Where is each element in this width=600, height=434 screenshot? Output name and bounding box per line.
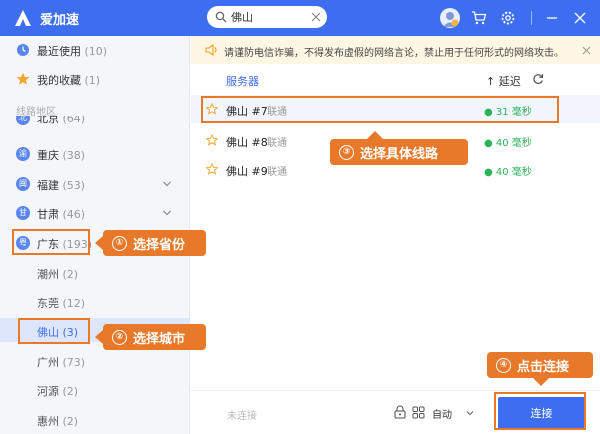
favorite-star-icon[interactable] [206,134,218,146]
highlight-connect-button [494,392,586,430]
sidebar-item-label: 最近使用 [37,45,81,58]
city-count: (73) [62,356,86,369]
sidebar-item-count: (64) [62,116,86,125]
column-header-server[interactable]: 服务器 [226,73,259,89]
province-badge-icon: 甘 [16,206,30,220]
notice-close-icon[interactable] [582,46,591,55]
city-item-huizhou[interactable]: 惠州 (2) [37,413,78,429]
chevron-down-icon [163,181,171,187]
callout-arrow [533,378,549,386]
sidebar-item-fujian[interactable]: 闽 福建 (53) [0,171,190,197]
callout-arrow [367,131,383,139]
sidebar-item-count: (1) [84,74,101,87]
province-badge-icon: 渝 [16,147,30,161]
sidebar-item-beijing[interactable]: 北 北京 (64) [0,116,190,130]
city-label: 惠州 [37,415,59,428]
server-isp: 联通 [267,167,287,178]
clock-icon [17,44,29,56]
city-label: 广州 [37,356,59,369]
sidebar-item-label: 北京 [37,116,59,125]
minimize-icon[interactable] [544,10,560,26]
highlight-city [18,318,90,344]
sidebar-item-count: (46) [62,208,86,221]
refresh-icon[interactable] [532,73,544,85]
city-item-dongguan[interactable]: 东莞 (12) [37,295,85,311]
user-avatar-icon [443,12,459,27]
title-separator [531,11,532,25]
sidebar-item-chongqing[interactable]: 渝 重庆 (38) [0,141,190,167]
callout-number: ① [112,235,127,251]
mode-select-value[interactable]: 自动 [432,406,452,421]
callout-step3: ③ 选择具体线路 [330,139,468,165]
settings-gear-icon[interactable] [500,10,516,26]
city-label: 潮州 [37,268,59,281]
sidebar-item-recent[interactable]: 最近使用 (10) [0,37,190,63]
city-count: (12) [62,297,86,310]
lock-icon[interactable] [394,405,406,419]
callout-number: ④ [496,357,511,373]
callout-text: 选择省份 [133,237,186,253]
server-name: 佛山 #8 [226,136,268,149]
callout-text: 选择具体线路 [360,146,439,162]
star-icon [16,72,30,85]
connection-status: 未连接 [227,411,257,422]
callout-number: ② [112,329,127,345]
callout-step4: ④ 点击连接 [487,352,593,378]
close-icon[interactable] [572,10,588,26]
city-item-guangzhou[interactable]: 广州 (73) [37,354,85,370]
app-logo-icon [15,10,31,26]
speaker-icon [205,44,217,56]
callout-arrow [95,330,103,344]
server-name: 佛山 #9 [226,165,268,178]
user-avatar[interactable] [440,8,460,28]
shop-cart-icon[interactable] [471,10,487,26]
server-isp: 联通 [267,138,287,149]
city-label: 东莞 [37,297,59,310]
province-badge-icon: 闽 [16,177,30,191]
mode-grid-icon[interactable] [412,406,425,419]
notice-text: 请谨防电信诈骗，不得发布虚假的网络言论，禁止用于任何形式的网络攻击。 [224,48,564,59]
callout-step1: ① 选择省份 [103,230,206,256]
sidebar-item-label: 甘肃 [37,208,59,221]
search-input[interactable] [231,9,307,25]
city-count: (2) [62,415,79,428]
sidebar-item-count: (10) [84,45,108,58]
chevron-down-icon [163,210,171,216]
city-label: 河源 [37,385,59,398]
callout-step2: ② 选择城市 [103,324,206,350]
sidebar-item-label: 重庆 [37,149,59,162]
chevron-down-icon[interactable] [466,409,474,417]
sidebar-item-count: (53) [62,179,86,192]
highlight-server-row [201,96,559,123]
city-item-heyuan[interactable]: 河源 (2) [37,383,78,399]
sidebar-item-favorites[interactable]: 我的收藏 (1) [0,66,190,92]
city-count: (2) [62,385,79,398]
city-item-chaozhou[interactable]: 潮州 (2) [37,266,78,282]
column-header-latency[interactable]: ↑ 延迟 [486,73,521,89]
search-box[interactable] [207,6,327,28]
search-icon [215,11,227,23]
callout-text: 选择城市 [133,331,186,347]
sidebar-item-gansu[interactable]: 甘 甘肃 (46) [0,200,190,226]
sidebar-item-label: 福建 [37,179,59,192]
clear-search-icon[interactable] [311,12,321,22]
callout-arrow [95,236,103,250]
sidebar-item-label: 我的收藏 [37,74,81,87]
notice-bar: 请谨防电信诈骗，不得发布虚假的网络言论，禁止用于任何形式的网络攻击。 [191,36,600,64]
province-badge-icon: 北 [16,116,30,125]
callout-text: 点击连接 [517,359,570,375]
callout-number: ③ [339,144,354,160]
server-latency: ● 40 毫秒 [484,138,532,149]
app-name: 爱加速 [40,13,80,28]
sidebar-item-count: (38) [62,149,86,162]
highlight-province [12,229,90,255]
city-count: (2) [62,268,79,281]
title-bar: 爱加速 [0,0,600,36]
server-latency: ● 40 毫秒 [484,167,532,178]
favorite-star-icon[interactable] [206,163,218,175]
